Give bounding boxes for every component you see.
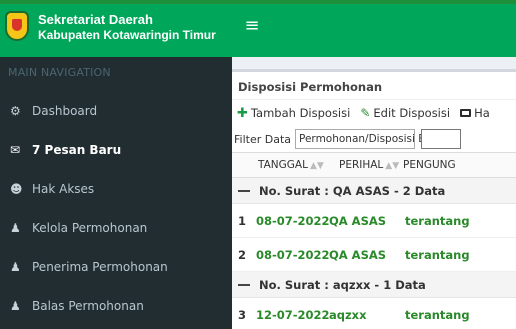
row-number: 2 (238, 247, 247, 262)
table-row[interactable]: 2 08-07-2022 QA ASAS terantang (232, 238, 516, 272)
table-row[interactable]: 3 12-07-2022 aqzxx terantang (232, 298, 516, 329)
group-label: No. Surat : aqzxx - 1 Data (259, 277, 426, 292)
pencil-icon: ✎ (360, 106, 371, 120)
sidebar: MAIN NAVIGATION ⚙ Dashboard ✉ 7 Pesan Ba… (0, 57, 232, 329)
cell-perihal: aqzxx (329, 307, 367, 322)
dashboard-icon: ⚙ (10, 103, 21, 118)
edit-disposisi-button[interactable]: ✎ Edit Disposisi (360, 106, 450, 120)
top-navbar: ≡ (232, 4, 516, 57)
regency-emblem-icon (5, 11, 29, 41)
logo-title: Sekretariat Daerah (38, 12, 153, 27)
sidebar-item-label: 7 Pesan Baru (32, 142, 122, 157)
cell-tanggal: 12-07-2022 (256, 307, 330, 322)
add-disposisi-label: Tambah Disposisi (250, 106, 351, 120)
column-header-pengunggah[interactable]: PENGUNG (397, 159, 456, 171)
app-logo[interactable]: Sekretariat Daerah Kabupaten Kotawaringi… (0, 4, 232, 57)
filter-select[interactable]: Permohonan/Disposisi E ∨ (295, 129, 436, 149)
plus-icon: ✚ (237, 105, 248, 121)
group-row-aqzxx[interactable]: No. Surat : aqzxx - 1 Data (232, 272, 516, 298)
cell-pengunggah: terantang (405, 247, 470, 262)
hamburger-icon[interactable]: ≡ (240, 14, 264, 38)
cell-pengunggah: terantang (405, 307, 470, 322)
table-row[interactable]: 1 08-07-2022 QA ASAS terantang (232, 204, 516, 238)
disposisi-panel: Disposisi Permohonan ✚ Tambah Disposisi … (232, 69, 516, 329)
column-header-tanggal[interactable]: TANGGAL ▲▼ (232, 159, 324, 171)
group-row-qa-asas[interactable]: No. Surat : QA ASAS - 2 Data (232, 178, 516, 204)
cell-pengunggah: terantang (405, 213, 470, 228)
main-content: Disposisi Permohonan ✚ Tambah Disposisi … (232, 57, 516, 329)
sidebar-item-penerima-permohonan[interactable]: ♟ Penerima Permohonan (0, 247, 232, 286)
sidebar-item-label: Balas Permohonan (32, 298, 144, 313)
edit-disposisi-label: Edit Disposisi (373, 106, 451, 120)
cell-tanggal: 08-07-2022 (256, 247, 330, 262)
cell-perihal: QA ASAS (329, 247, 387, 262)
users-icon: ♟ (10, 220, 21, 235)
third-toolbar-button[interactable]: Ha (460, 106, 490, 120)
sidebar-item-label: Hak Akses (32, 181, 95, 196)
sidebar-item-hak-akses[interactable]: ☻ Hak Akses (0, 169, 232, 208)
add-disposisi-button[interactable]: ✚ Tambah Disposisi (237, 106, 350, 121)
users-icon: ♟ (10, 259, 21, 274)
logo-subtitle: Kabupaten Kotawaringin Timur (38, 28, 216, 42)
filter-search-input[interactable] (421, 129, 462, 149)
row-number: 1 (238, 213, 247, 228)
user-icon: ☻ (10, 181, 23, 196)
filter-bar: Filter Data Permohonan/Disposisi E ∨ (232, 126, 516, 152)
sidebar-item-label: Kelola Permohonan (32, 220, 148, 235)
cell-perihal: QA ASAS (329, 213, 387, 228)
window-icon (460, 109, 472, 117)
sidebar-item-dashboard[interactable]: ⚙ Dashboard (0, 91, 232, 130)
sidebar-item-label: Penerima Permohonan (32, 259, 168, 274)
sidebar-item-balas-permohonan[interactable]: ♟ Balas Permohonan (0, 286, 232, 325)
filter-label: Filter Data (234, 132, 292, 146)
panel-toolbar: ✚ Tambah Disposisi ✎ Edit Disposisi Ha (232, 100, 516, 126)
sidebar-item-pesan-baru[interactable]: ✉ 7 Pesan Baru (0, 130, 232, 169)
collapse-icon (238, 189, 250, 192)
column-header-perihal[interactable]: PERIHAL ▲▼ (323, 159, 399, 171)
panel-title: Disposisi Permohonan (232, 72, 516, 100)
third-toolbar-label: Ha (474, 106, 490, 120)
users-icon: ♟ (10, 298, 21, 313)
sidebar-item-label: Dashboard (32, 103, 98, 118)
sidebar-header: MAIN NAVIGATION (8, 66, 111, 79)
group-label: No. Surat : QA ASAS - 2 Data (259, 183, 446, 198)
sort-icon: ▲▼ (309, 161, 324, 171)
collapse-icon (238, 283, 250, 286)
message-icon: ✉ (10, 142, 21, 157)
table-header: TANGGAL ▲▼ PERIHAL ▲▼ PENGUNG (232, 152, 516, 178)
sidebar-item-kelola-permohonan[interactable]: ♟ Kelola Permohonan (0, 208, 232, 247)
filter-selected-value: Permohonan/Disposisi E (299, 133, 425, 145)
cell-tanggal: 08-07-2022 (256, 213, 330, 228)
row-number: 3 (238, 307, 247, 322)
